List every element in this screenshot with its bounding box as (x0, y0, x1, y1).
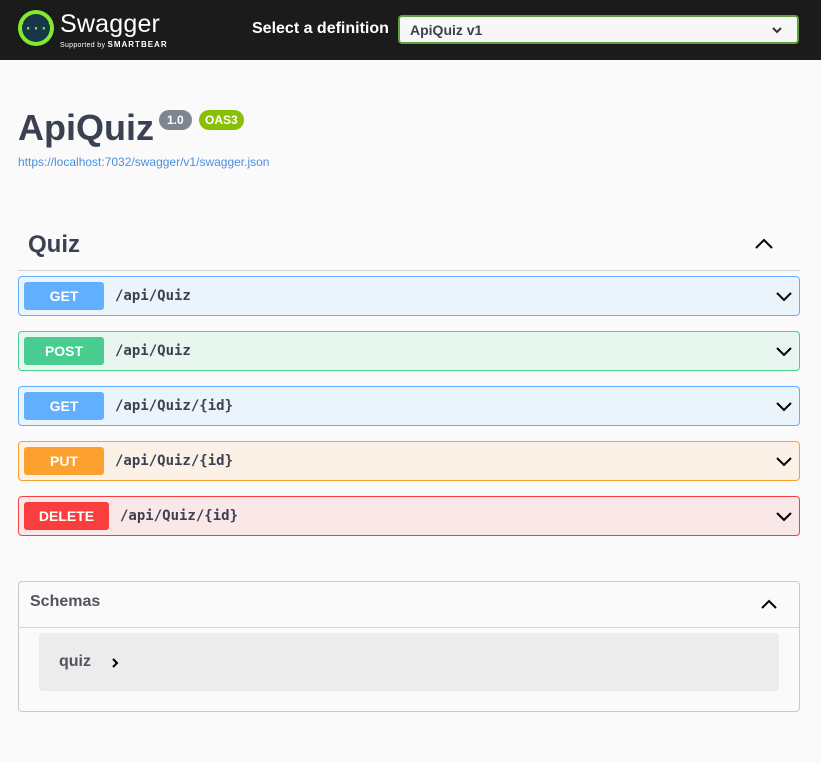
operation-get-quiz-by-id[interactable]: GET /api/Quiz/{id} (18, 386, 800, 426)
svg-text:{···}: {···} (18, 22, 54, 37)
oas-badge: OAS3 (199, 110, 244, 130)
brand-subtitle-strong: SMARTBEAR (107, 40, 168, 49)
spec-url-link[interactable]: https://localhost:7032/swagger/v1/swagge… (18, 155, 269, 169)
method-badge: POST (24, 337, 104, 365)
schemas-section: Schemas quiz (18, 581, 800, 712)
chevron-down-icon (772, 27, 782, 34)
brand-subtitle: Supported by SMARTBEAR (60, 40, 168, 49)
operation-get-quiz[interactable]: GET /api/Quiz (18, 276, 800, 316)
operation-delete-quiz-by-id[interactable]: DELETE /api/Quiz/{id} (18, 496, 800, 536)
chevron-right-icon[interactable] (111, 657, 119, 669)
operation-path: /api/Quiz (115, 343, 191, 359)
method-badge: DELETE (24, 502, 109, 530)
definition-label: Select a definition (252, 20, 389, 37)
method-badge: GET (24, 282, 104, 310)
definition-select-value: ApiQuiz v1 (410, 22, 483, 38)
chevron-up-icon[interactable] (754, 238, 774, 250)
page-title: ApiQuiz (18, 107, 154, 148)
topbar: {···} Swagger Supported by SMARTBEAR Sel… (0, 0, 821, 60)
operation-path: /api/Quiz (115, 288, 191, 304)
chevron-down-icon[interactable] (775, 345, 793, 357)
schema-model-quiz[interactable]: quiz (39, 633, 779, 691)
chevron-down-icon[interactable] (775, 400, 793, 412)
operation-put-quiz-by-id[interactable]: PUT /api/Quiz/{id} (18, 441, 800, 481)
method-badge: GET (24, 392, 104, 420)
operation-path: /api/Quiz/{id} (115, 453, 234, 469)
swagger-logo-icon[interactable]: {···} (16, 10, 56, 46)
chevron-down-icon[interactable] (775, 455, 793, 467)
chevron-up-icon[interactable] (760, 598, 778, 610)
brand-subtitle-prefix: Supported by (60, 42, 106, 49)
method-badge: PUT (24, 447, 104, 475)
tag-section-header[interactable]: Quiz (18, 222, 800, 271)
schema-model-name: quiz (59, 653, 91, 670)
operation-path: /api/Quiz/{id} (115, 398, 234, 414)
schemas-title: Schemas (30, 593, 101, 610)
tag-name: Quiz (28, 231, 80, 258)
definition-select[interactable]: ApiQuiz v1 (398, 15, 799, 44)
version-badge: 1.0 (159, 110, 192, 130)
brand-name[interactable]: Swagger (60, 10, 160, 39)
chevron-down-icon[interactable] (775, 510, 793, 522)
operation-path: /api/Quiz/{id} (120, 508, 239, 524)
operation-post-quiz[interactable]: POST /api/Quiz (18, 331, 800, 371)
schemas-header[interactable]: Schemas (19, 582, 799, 628)
chevron-down-icon[interactable] (775, 290, 793, 302)
